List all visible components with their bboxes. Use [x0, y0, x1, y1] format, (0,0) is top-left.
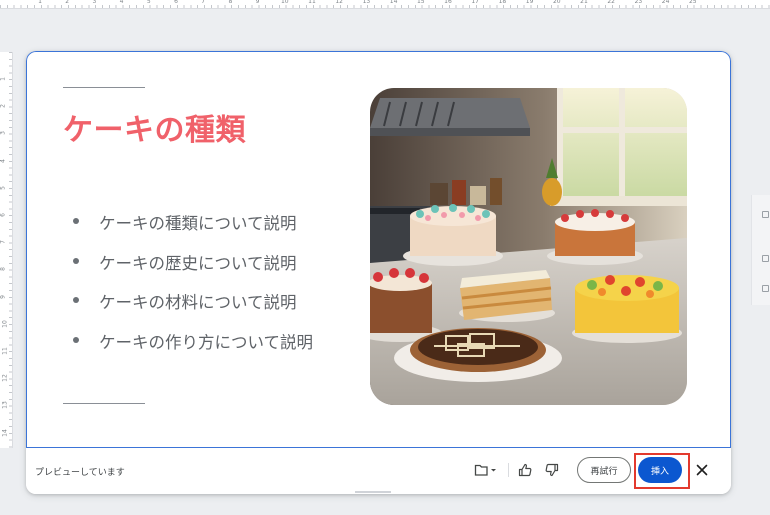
- ruler-number: 6: [174, 0, 178, 5]
- ruler-number: 24: [661, 0, 670, 5]
- image-icon[interactable]: [762, 211, 769, 218]
- toolbar-divider: [508, 463, 509, 477]
- preview-card: ケーキの種類 ケーキの種類について説明 ケーキの歴史について説明 ケーキの材料に…: [26, 51, 731, 494]
- decorative-line-bottom: [63, 403, 145, 404]
- bullet-item: ケーキの材料について説明: [69, 289, 313, 329]
- ruler-number: 11: [1, 347, 9, 355]
- ruler-number: 7: [201, 0, 206, 5]
- ruler-number: 22: [607, 0, 616, 5]
- caret-down-icon: [491, 469, 496, 472]
- ruler-number: 9: [255, 0, 260, 5]
- resize-handle[interactable]: [355, 491, 391, 493]
- ruler-number: 3: [92, 0, 97, 5]
- retry-button[interactable]: 再試行: [577, 457, 631, 483]
- ruler-number: 16: [444, 0, 452, 5]
- ruler-number: 2: [0, 104, 7, 109]
- thumbs-up-button[interactable]: [515, 459, 535, 481]
- ruler-number: 3: [0, 131, 7, 136]
- slide-title: ケーキの種類: [63, 113, 246, 148]
- insert-button[interactable]: 挿入: [638, 457, 682, 483]
- bullet-item: ケーキの作り方について説明: [69, 329, 313, 369]
- preview-action-bar: プレビューしています 再試行 挿入: [26, 449, 731, 494]
- image-icon[interactable]: [762, 255, 769, 262]
- ruler-number: 18: [498, 0, 507, 5]
- folder-dropdown-button[interactable]: [471, 459, 501, 481]
- bullet-item: ケーキの歴史について説明: [69, 250, 313, 290]
- ruler-number: 8: [0, 267, 7, 272]
- close-button[interactable]: [692, 459, 712, 481]
- ruler-number: 1: [0, 77, 7, 81]
- ruler-number: 19: [525, 0, 534, 5]
- ruler-number: 5: [146, 0, 151, 5]
- ruler-number: 2: [65, 0, 70, 5]
- close-icon: [696, 464, 708, 476]
- ruler-number: 17: [471, 0, 480, 5]
- ruler-number: 25: [688, 0, 697, 5]
- slide-preview: ケーキの種類 ケーキの種類について説明 ケーキの歴史について説明 ケーキの材料に…: [26, 51, 731, 448]
- thumbs-down-button[interactable]: [542, 459, 562, 481]
- ruler-number: 20: [552, 0, 561, 5]
- ruler-number: 1: [38, 0, 42, 5]
- ruler-number: 4: [0, 158, 7, 163]
- thumbs-down-icon: [545, 463, 559, 477]
- side-panel-stub: [751, 195, 770, 305]
- cake-photo: [370, 88, 687, 405]
- preview-status-text: プレビューしています: [35, 468, 125, 478]
- ruler-ticks: [0, 5, 770, 8]
- ruler-number: 9: [0, 294, 7, 299]
- ruler-number: 14: [389, 0, 398, 5]
- ruler-number: 12: [335, 0, 344, 5]
- horizontal-ruler: 1 2 3 4 5 6 7 8 9 10 11 12 13 14 15 16 17 18 19 20 21 22 23 24 2…: [0, 0, 770, 9]
- decorative-line-top: [63, 87, 145, 88]
- ruler-number: 6: [0, 213, 7, 217]
- ruler-number: 7: [0, 240, 7, 245]
- ruler-number: 13: [1, 401, 9, 410]
- thumbs-up-icon: [518, 463, 532, 477]
- copy-icon[interactable]: [762, 285, 769, 292]
- vertical-ruler: 1 2 3 4 5 6 7 8 9 10 11 12 13 14: [0, 52, 13, 448]
- ruler-number: 15: [416, 0, 425, 5]
- ruler-number: 12: [1, 374, 9, 383]
- ruler-number: 10: [1, 319, 9, 328]
- cake-photo-illustration: [370, 88, 687, 405]
- folder-icon: [474, 464, 496, 476]
- ruler-ticks: [9, 52, 12, 448]
- ruler-number: 8: [228, 0, 233, 5]
- ruler-number: 4: [119, 0, 124, 5]
- ruler-number: 13: [362, 0, 371, 5]
- ruler-number: 5: [0, 185, 7, 190]
- ruler-number: 23: [634, 0, 643, 5]
- ruler-number: 11: [308, 0, 316, 5]
- ruler-number: 10: [280, 0, 289, 5]
- ruler-number: 14: [1, 428, 9, 437]
- ruler-number: 21: [580, 0, 588, 5]
- bullet-item: ケーキの種類について説明: [69, 210, 313, 250]
- bullet-list: ケーキの種類について説明 ケーキの歴史について説明 ケーキの材料について説明 ケ…: [69, 210, 313, 368]
